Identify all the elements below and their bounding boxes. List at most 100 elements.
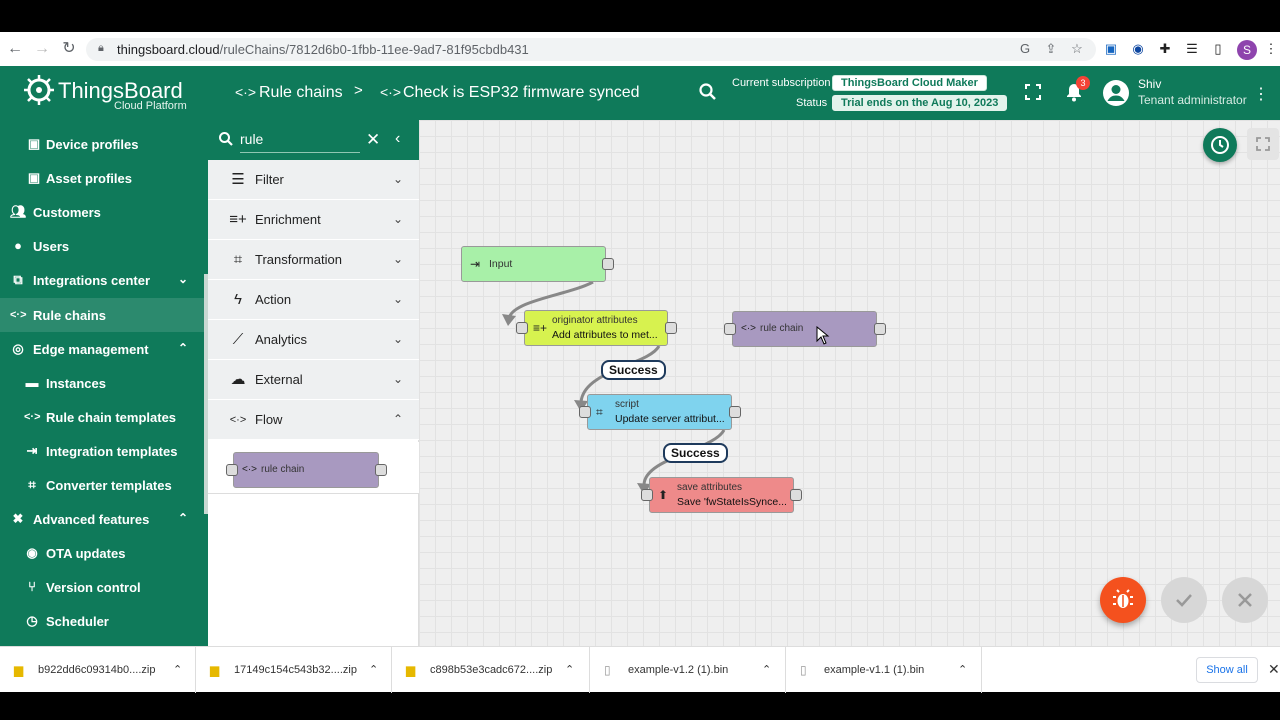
- app-header: [0, 66, 1280, 120]
- node-output-port[interactable]: [729, 406, 741, 418]
- canvas-node-input[interactable]: ⇥ Input: [461, 246, 606, 282]
- library-search-input[interactable]: rule: [240, 131, 360, 153]
- library-category-flow[interactable]: <·> Flow ⌃: [208, 400, 419, 440]
- google-icon[interactable]: G: [1016, 40, 1034, 58]
- sidebar-item-instances[interactable]: ▬ Instances: [0, 366, 204, 400]
- library-node-rule-chain[interactable]: <·> rule chain: [233, 452, 379, 488]
- node-input-port[interactable]: [516, 322, 528, 334]
- close-downloads-icon[interactable]: ✕: [1268, 661, 1280, 678]
- breadcrumb-rule-chains[interactable]: Rule chains: [259, 84, 343, 102]
- profile-avatar[interactable]: S: [1237, 40, 1257, 60]
- chevron-up-icon[interactable]: ⌃: [369, 663, 378, 676]
- sidebar-item-advanced-features[interactable]: ✖ Advanced features ⌃: [0, 502, 204, 536]
- canvas-node-script[interactable]: ⌗ script Update server attribut...: [587, 394, 732, 430]
- sidebar-item-rule-chain-templates[interactable]: <·> Rule chain templates: [0, 400, 204, 434]
- sidebar-item-ota-updates[interactable]: ◉ OTA updates: [0, 536, 204, 570]
- library-category-action[interactable]: ϟ Action ⌄: [208, 280, 419, 320]
- sidebar-item-integrations-center[interactable]: ⧉ Integrations center ⌄: [0, 263, 204, 297]
- canvas-node-originator-attributes[interactable]: ≡+ originator attributes Add attributes …: [524, 310, 668, 346]
- chevron-down-icon[interactable]: ⌄: [178, 272, 188, 286]
- chevron-up-icon[interactable]: ⌃: [958, 663, 967, 676]
- debug-button[interactable]: [1100, 577, 1146, 623]
- node-output-port[interactable]: [602, 258, 614, 270]
- sidebar-item-device-profiles[interactable]: ▣ Device profiles: [0, 127, 204, 161]
- brand-subtitle: Cloud Platform: [114, 100, 187, 112]
- library-category-enrichment[interactable]: ≡+ Enrichment ⌄: [208, 200, 419, 240]
- canvas-node-save-attributes[interactable]: ⬆ save attributes Save 'fwStateIsSynce..…: [649, 477, 794, 513]
- status-badge[interactable]: Trial ends on the Aug 10, 2023: [832, 95, 1008, 111]
- chevron-up-icon[interactable]: ⌃: [173, 663, 182, 676]
- library-category-transformation[interactable]: ⌗ Transformation ⌄: [208, 240, 419, 280]
- account-circle-icon[interactable]: [1102, 79, 1130, 107]
- download-item[interactable]: ▯ example-v1.2 (1).bin ⌃: [590, 647, 786, 693]
- puzzle-icon[interactable]: ✚: [1156, 40, 1174, 58]
- sidebar-item-label: Customers: [33, 205, 101, 220]
- code-icon: <·>: [229, 414, 247, 426]
- reload-icon[interactable]: ↻: [59, 39, 79, 59]
- sidebar-item-rule-chains[interactable]: <·> Rule chains: [0, 298, 204, 332]
- input-icon: ⇥: [470, 257, 481, 271]
- fullscreen-icon[interactable]: [1024, 83, 1042, 101]
- canvas-fullscreen-button[interactable]: [1247, 128, 1279, 160]
- users-icon: ●: [14, 238, 22, 253]
- download-item[interactable]: ▆ b922dd6c09314b0....zip ⌃: [0, 647, 196, 693]
- node-output-port[interactable]: [375, 464, 387, 476]
- show-all-downloads-button[interactable]: Show all: [1196, 657, 1258, 683]
- sidebar-item-label: Integration templates: [46, 444, 178, 459]
- chevron-up-icon[interactable]: ⌃: [178, 341, 188, 355]
- chevron-up-icon[interactable]: ⌃: [178, 511, 188, 525]
- sidebar-item-converter-templates[interactable]: ⌗ Converter templates: [0, 468, 204, 502]
- converter-templates-icon: ⌗: [28, 477, 36, 492]
- node-input-port[interactable]: [724, 323, 736, 335]
- library-category-analytics[interactable]: ⟋ Analytics ⌄: [208, 320, 419, 360]
- forward-icon[interactable]: →: [32, 39, 52, 59]
- share-icon[interactable]: ⇪: [1042, 40, 1060, 58]
- node-type-label: Input: [489, 258, 513, 270]
- clear-search-icon[interactable]: ✕: [366, 130, 380, 150]
- apply-changes-button[interactable]: [1161, 577, 1207, 623]
- node-output-port[interactable]: [790, 489, 802, 501]
- relation-label[interactable]: Success: [601, 360, 666, 380]
- sidebar-item-users[interactable]: ● Users: [0, 229, 204, 263]
- collapse-library-icon[interactable]: ‹: [395, 130, 400, 148]
- history-button[interactable]: [1203, 128, 1237, 162]
- node-output-port[interactable]: [665, 322, 677, 334]
- sidebar-item-integration-templates[interactable]: ⇥ Integration templates: [0, 434, 204, 468]
- chevron-up-icon[interactable]: ⌃: [565, 663, 574, 676]
- library-category-external[interactable]: ☁ External ⌄: [208, 360, 419, 400]
- search-icon[interactable]: [698, 82, 718, 102]
- download-item[interactable]: ▆ c898b53e3cadc672....zip ⌃: [392, 647, 590, 693]
- download-item[interactable]: ▯ example-v1.1 (1).bin ⌃: [786, 647, 982, 693]
- download-item[interactable]: ▆ 17149c154c543b32....zip ⌃: [196, 647, 392, 693]
- sidebar-item-version-control[interactable]: ⑂ Version control: [0, 570, 204, 604]
- side-panel-icon[interactable]: ▯: [1209, 40, 1227, 58]
- user-name: Shiv: [1138, 77, 1162, 91]
- sidebar-item-asset-profiles[interactable]: ▣ Asset profiles: [0, 161, 204, 195]
- thingsboard-logo-icon[interactable]: [22, 73, 56, 107]
- relation-label[interactable]: Success: [663, 443, 728, 463]
- reading-list-icon[interactable]: ☰: [1183, 40, 1201, 58]
- download-filename: c898b53e3cadc672....zip: [430, 664, 553, 676]
- user-role: Tenant administrator: [1138, 93, 1247, 107]
- node-input-port[interactable]: [641, 489, 653, 501]
- search-icon: [218, 131, 234, 147]
- sidebar-item-customers[interactable]: 👥︎ Customers: [0, 195, 204, 229]
- canvas-node-rule-chain[interactable]: <·> rule chain: [732, 311, 877, 347]
- sidebar-item-edge-management[interactable]: ◎ Edge management ⌃: [0, 332, 204, 366]
- chevron-down-icon: ⌄: [392, 252, 403, 266]
- chevron-up-icon[interactable]: ⌃: [762, 663, 771, 676]
- subscription-badge[interactable]: ThingsBoard Cloud Maker: [832, 75, 987, 91]
- node-input-port[interactable]: [579, 406, 591, 418]
- menu-icon[interactable]: ⋮: [1262, 40, 1280, 58]
- discard-changes-button[interactable]: [1222, 577, 1268, 623]
- sidebar-item-scheduler[interactable]: ◷ Scheduler: [0, 604, 204, 638]
- more-vert-icon[interactable]: ⋮: [1253, 84, 1269, 104]
- back-icon[interactable]: ←: [5, 39, 25, 59]
- node-input-port[interactable]: [226, 464, 238, 476]
- bookmark-star-icon[interactable]: ☆: [1068, 40, 1086, 58]
- chevron-down-icon: ⌄: [392, 372, 403, 386]
- extension-icon[interactable]: ▣: [1102, 40, 1120, 58]
- node-output-port[interactable]: [874, 323, 886, 335]
- library-category-filter[interactable]: ☰ Filter ⌄: [208, 160, 419, 200]
- extension-icon[interactable]: ◉: [1129, 40, 1147, 58]
